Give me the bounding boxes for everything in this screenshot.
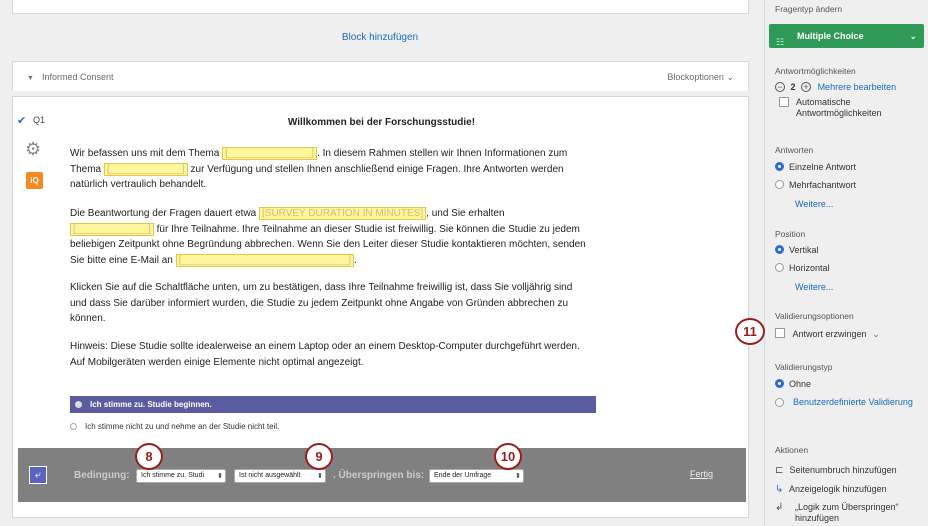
done-link[interactable]: Fertig [690, 469, 713, 479]
validation-options-label: Validierungsoptionen [775, 311, 854, 321]
iq-icon[interactable]: iQ [26, 172, 43, 189]
marker-8: 8 [135, 443, 163, 470]
question-paragraph-4[interactable]: Hinweis: Diese Studie sollte idealerweis… [70, 339, 590, 370]
answer-multiple[interactable]: Mehrfachantwort [775, 180, 856, 190]
force-response-option[interactable]: Antwort erzwingen ⌄ [775, 328, 880, 340]
chevron-down-icon: ⌄ [909, 31, 917, 41]
block-title[interactable]: ▼ Informed Consent [27, 72, 113, 82]
skip-target-select[interactable]: Ende der Umfrage [429, 469, 524, 483]
question-type-label: Fragentyp ändern [775, 4, 843, 14]
list-icon: ☷ [776, 37, 785, 47]
triangle-down-icon: ▼ [27, 75, 34, 82]
skip-arrow-icon: ↲ [775, 502, 784, 513]
choice-agree[interactable]: Ich stimme zu. Studie beginnen. [70, 396, 596, 413]
page-break-icon: ⊏ [775, 465, 784, 476]
choices-count-row: − 2 + Mehrere bearbeiten [775, 82, 896, 92]
radio[interactable] [775, 162, 784, 171]
action-skip-logic[interactable]: ↲ „Logik zum Überspringen“ hinzufügen [775, 502, 925, 524]
marker-11: 11 [735, 318, 765, 345]
action-display-logic[interactable]: ↳ Anzeigelogik hinzufügen [775, 484, 887, 495]
action-page-break[interactable]: ⊏ Seitenumbruch hinzufügen [775, 465, 897, 476]
skip-logic-bar: ⤶ Bedingung: Ich stimme zu. Studi Ist ni… [18, 448, 746, 502]
skip-to-label: . Überspringen bis: [333, 470, 425, 481]
redacted-placeholder: [_______________] [222, 147, 318, 160]
question-card[interactable]: ✔ Q1 ⚙ iQ Willkommen bei der Forschungss… [12, 96, 749, 518]
marker-9: 9 [305, 443, 333, 470]
previous-block: ⌃ [12, 0, 749, 14]
block-header: ▼ Informed Consent Blockoptionen ⌄ [12, 61, 749, 91]
checkbox[interactable] [779, 97, 789, 107]
answers-label: Antworten [775, 145, 814, 155]
marker-10: 10 [494, 443, 522, 470]
checkbox[interactable] [775, 328, 785, 338]
choice-disagree[interactable]: Ich stimme nicht zu und nehme an der Stu… [70, 421, 279, 433]
position-horizontal[interactable]: Horizontal [775, 263, 830, 273]
skip-logic-icon[interactable]: ⤶ [29, 466, 47, 484]
validation-type-label: Validierungstyp [775, 362, 833, 372]
auto-choices-option[interactable]: Automatische Antwortmöglichkeiten [779, 97, 919, 119]
answers-more-link[interactable]: Weitere... [795, 199, 833, 209]
survey-duration-placeholder: [SURVEY DURATION IN MINUTES] [259, 207, 427, 220]
choices-count-label: Antwortmöglichkeiten [775, 66, 856, 76]
answer-single[interactable]: Einzelne Antwort [775, 162, 856, 172]
radio[interactable] [775, 180, 784, 189]
radio[interactable] [775, 379, 784, 388]
chevron-down-icon: ⌄ [726, 72, 734, 82]
position-label: Position [775, 229, 806, 239]
question-settings-panel: Fragentyp ändern ☷ Multiple Choice ⌄ Ant… [764, 0, 928, 526]
redacted-placeholder: [______________________________] [175, 253, 355, 267]
validation-none[interactable]: Ohne [775, 379, 811, 389]
question-paragraph-2[interactable]: Die Beantwortung der Fragen dauert etwa … [70, 206, 590, 268]
question-type-button[interactable]: ☷ Multiple Choice ⌄ [769, 24, 924, 48]
position-more-link[interactable]: Weitere... [795, 282, 833, 292]
redacted-placeholder: [_____________] [103, 162, 188, 176]
condition-label: Bedingung: [74, 470, 130, 481]
block-options-button[interactable]: Blockoptionen ⌄ [667, 72, 734, 83]
redacted-placeholder: [_____________] [70, 222, 154, 236]
validation-custom[interactable]: Benutzerdefinierte Validierung [775, 397, 915, 408]
choices-count: 2 [790, 82, 796, 92]
gear-icon[interactable]: ⚙ [25, 140, 43, 158]
choice-select[interactable]: Ich stimme zu. Studi [136, 469, 226, 483]
question-heading: Willkommen bei der Forschungsstudie! [287, 117, 476, 128]
actions-label: Aktionen [775, 445, 809, 455]
position-vertical[interactable]: Vertikal [775, 245, 819, 255]
chevron-down-icon[interactable]: ⌄ [872, 329, 880, 339]
radio[interactable] [775, 245, 784, 254]
radio[interactable] [775, 398, 784, 407]
radio-icon [70, 423, 77, 430]
minus-icon[interactable]: − [775, 82, 785, 92]
edit-multiple-link[interactable]: Mehrere bearbeiten [818, 82, 897, 92]
chevron-up-icon[interactable]: ⌃ [21, 0, 30, 8]
state-select[interactable]: Ist nicht ausgewählt [234, 469, 326, 483]
radio-icon [75, 401, 82, 408]
question-paragraph-1[interactable]: Wir befassen uns mit dem Thema [________… [70, 146, 590, 193]
plus-icon[interactable]: + [801, 82, 812, 92]
add-block-link[interactable]: Block hinzufügen [0, 32, 760, 43]
question-paragraph-3[interactable]: Klicken Sie auf die Schaltfläche unten, … [70, 280, 590, 327]
radio[interactable] [775, 263, 784, 272]
display-logic-icon: ↳ [775, 484, 784, 495]
